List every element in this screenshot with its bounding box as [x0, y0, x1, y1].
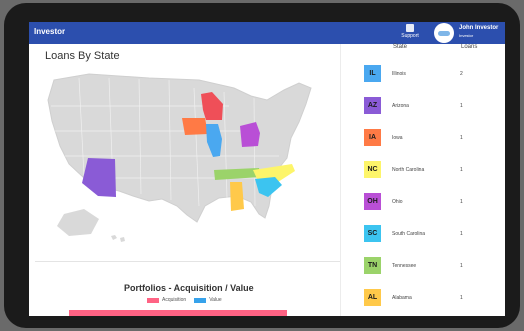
us-landmass — [47, 73, 312, 223]
user-menu[interactable]: John Investor Investor — [459, 25, 498, 38]
support-label: Support — [401, 33, 419, 39]
support-icon — [406, 24, 414, 32]
tablet-frame: Investor Support John Investor Investor … — [4, 3, 520, 328]
legend-value-label[interactable]: Value — [209, 297, 221, 303]
loan-count: 1 — [460, 231, 463, 237]
loan-count: 1 — [460, 295, 463, 301]
table-row[interactable]: NC North Carolina 1 — [364, 161, 499, 181]
state-arizona[interactable] — [82, 158, 116, 197]
table-row[interactable]: IA Iowa 1 — [364, 129, 499, 149]
portfolio-chart-title: Portfolios - Acquisition / Value — [124, 283, 254, 293]
column-header-loans: Loans — [461, 44, 478, 50]
state-name: South Carolina — [392, 231, 426, 237]
top-nav-bar: Investor Support John Investor Investor — [29, 22, 505, 44]
loan-count: 1 — [460, 167, 463, 173]
loan-count: 2 — [460, 71, 463, 77]
state-ohio[interactable] — [240, 122, 260, 147]
acquisition-bar — [69, 310, 287, 316]
state-name: Alabama — [392, 295, 412, 301]
state-name: Arizona — [392, 103, 409, 109]
us-states-map — [47, 73, 312, 242]
state-name: Ohio — [392, 199, 403, 205]
app-brand[interactable]: Investor — [34, 27, 65, 36]
company-logo[interactable] — [434, 23, 454, 43]
state-name: Tennessee — [392, 263, 417, 269]
logo-mark — [438, 30, 450, 36]
state-alabama[interactable] — [230, 182, 244, 211]
table-row[interactable]: TN Tennessee 1 — [364, 257, 499, 277]
user-name: John Investor — [459, 25, 499, 31]
table-row[interactable]: AL Alabama 1 — [364, 289, 499, 309]
legend-acquisition-label[interactable]: Acquisition — [162, 297, 186, 303]
state-badge: AL — [364, 289, 381, 306]
state-name: North Carolina — [392, 167, 425, 173]
table-row[interactable]: SC South Carolina 1 — [364, 225, 499, 245]
state-badge: NC — [364, 161, 381, 178]
state-badge: TN — [364, 257, 381, 274]
app-screen: Investor Support John Investor Investor … — [29, 22, 505, 316]
loan-count: 1 — [460, 135, 463, 141]
loan-count: 1 — [460, 263, 463, 269]
state-badge: IL — [364, 65, 381, 82]
state-badge: OH — [364, 193, 381, 210]
table-divider — [340, 44, 341, 316]
alaska — [57, 209, 99, 236]
state-name: Iowa — [392, 135, 403, 141]
table-row[interactable]: IL Illinois 2 — [364, 65, 499, 85]
state-badge: SC — [364, 225, 381, 242]
legend-value-swatch — [194, 297, 207, 303]
loans-map-title: Loans By State — [45, 50, 120, 62]
table-row[interactable]: OH Ohio 1 — [364, 193, 499, 213]
user-role: Investor — [459, 33, 474, 38]
panel-divider — [35, 261, 340, 262]
state-badge: AZ — [364, 97, 381, 114]
state-iowa[interactable] — [182, 118, 208, 135]
state-name: Illinois — [392, 71, 406, 77]
table-row[interactable]: AZ Arizona 1 — [364, 97, 499, 117]
loan-count: 1 — [460, 103, 463, 109]
state-badge: IA — [364, 129, 381, 146]
hawaii — [111, 235, 125, 242]
column-header-state: State — [393, 44, 408, 50]
support-button[interactable]: Support — [395, 23, 425, 39]
legend-acquisition-swatch — [147, 297, 159, 303]
loan-count: 1 — [460, 199, 463, 205]
chart-legend: Acquisition Value — [147, 297, 222, 303]
